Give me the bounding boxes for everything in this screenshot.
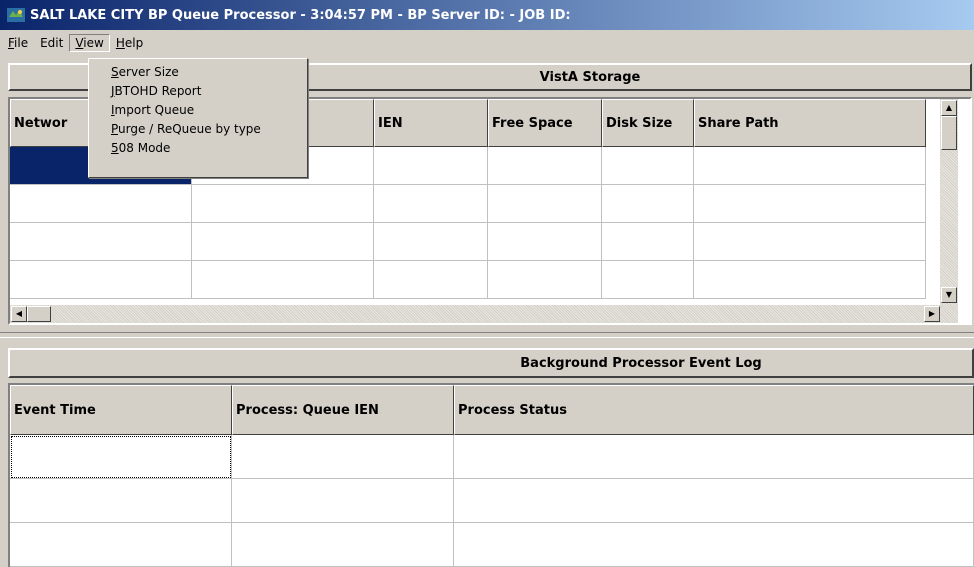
scroll-down-button[interactable]: ▼ bbox=[941, 287, 957, 303]
table-cell[interactable] bbox=[488, 147, 602, 185]
menu-item-purge-requeue[interactable]: Purge / ReQueue by type bbox=[89, 120, 307, 139]
table-row[interactable] bbox=[10, 523, 974, 567]
menu-item-import-queue[interactable]: Import Queue bbox=[89, 101, 307, 120]
table-cell[interactable] bbox=[232, 523, 454, 567]
menu-edit-label: Edit bbox=[40, 36, 64, 50]
table-cell[interactable] bbox=[10, 435, 232, 479]
menu-item-label: mport Queue bbox=[114, 103, 195, 117]
column-label: Networ bbox=[14, 115, 68, 131]
menu-item-mnemonic: S bbox=[111, 65, 119, 79]
menu-help-mnemonic: H bbox=[115, 36, 125, 50]
menu-item-label: erver Size bbox=[118, 65, 179, 79]
table-cell[interactable] bbox=[10, 223, 192, 261]
table-cell[interactable] bbox=[694, 185, 926, 223]
table-cell[interactable] bbox=[602, 261, 694, 299]
scroll-thumb[interactable] bbox=[941, 116, 957, 150]
table-cell[interactable] bbox=[602, 185, 694, 223]
menu-help-label: elp bbox=[124, 36, 144, 50]
table-cell[interactable] bbox=[488, 261, 602, 299]
column-label: Free Space bbox=[492, 115, 573, 131]
table-cell[interactable] bbox=[192, 223, 374, 261]
table-cell[interactable] bbox=[374, 223, 488, 261]
window-title: SALT LAKE CITY BP Queue Processor - 3:04… bbox=[30, 7, 571, 23]
menu-item-label: BTOHD Report bbox=[114, 84, 202, 98]
table-cell[interactable] bbox=[694, 147, 926, 185]
column-label: IEN bbox=[378, 115, 403, 131]
scroll-right-button[interactable]: ▶ bbox=[924, 306, 940, 322]
column-header-disk-size[interactable]: Disk Size bbox=[602, 99, 694, 147]
storage-panel-title: VistA Storage bbox=[539, 69, 641, 85]
table-row[interactable] bbox=[10, 435, 974, 479]
column-header-event-time[interactable]: Event Time bbox=[10, 385, 232, 435]
event-log-panel-title: Background Processor Event Log bbox=[520, 355, 762, 371]
panel-splitter[interactable] bbox=[0, 332, 974, 338]
column-label: Share Path bbox=[698, 115, 779, 131]
column-header-process-status[interactable]: Process Status bbox=[454, 385, 974, 435]
menu-item-jbtohd-report[interactable]: JBTOHD Report bbox=[89, 82, 307, 101]
table-cell[interactable] bbox=[694, 223, 926, 261]
table-cell[interactable] bbox=[10, 261, 192, 299]
menu-item-mnemonic: 5 bbox=[111, 141, 119, 155]
table-cell[interactable] bbox=[454, 523, 974, 567]
column-header-process-queue-ien[interactable]: Process: Queue IEN bbox=[232, 385, 454, 435]
table-cell[interactable] bbox=[374, 147, 488, 185]
scroll-left-button[interactable]: ◀ bbox=[11, 306, 27, 322]
table-cell[interactable] bbox=[694, 261, 926, 299]
menu-file[interactable]: File bbox=[2, 34, 34, 52]
view-menu-dropdown: Server Size JBTOHD Report Import Queue P… bbox=[88, 58, 308, 178]
column-label: Disk Size bbox=[606, 115, 673, 131]
table-cell[interactable] bbox=[488, 223, 602, 261]
menu-edit[interactable]: Edit bbox=[34, 34, 69, 52]
menu-help[interactable]: Help bbox=[110, 34, 149, 52]
table-row[interactable] bbox=[10, 185, 926, 223]
column-header-ien[interactable]: IEN bbox=[374, 99, 488, 147]
table-cell[interactable] bbox=[192, 185, 374, 223]
table-cell[interactable] bbox=[10, 523, 232, 567]
table-row[interactable] bbox=[10, 261, 926, 299]
column-header-free-space[interactable]: Free Space bbox=[488, 99, 602, 147]
storage-vertical-scrollbar[interactable]: ▲ ▼ bbox=[940, 99, 958, 307]
scroll-thumb[interactable] bbox=[27, 306, 51, 322]
column-header-share-path[interactable]: Share Path bbox=[694, 99, 926, 147]
column-label: Process Status bbox=[458, 402, 567, 418]
event-log-panel-header: Background Processor Event Log bbox=[8, 348, 974, 378]
title-bar[interactable]: SALT LAKE CITY BP Queue Processor - 3:04… bbox=[0, 0, 974, 30]
storage-horizontal-scrollbar[interactable]: ◀ ▶ bbox=[10, 305, 958, 323]
scroll-up-button[interactable]: ▲ bbox=[941, 100, 957, 116]
menu-view-label: iew bbox=[83, 36, 104, 50]
table-cell[interactable] bbox=[232, 435, 454, 479]
menu-file-label: ile bbox=[14, 36, 29, 50]
column-label: Event Time bbox=[14, 402, 96, 418]
table-row[interactable] bbox=[10, 223, 926, 261]
column-label: Process: Queue IEN bbox=[236, 402, 379, 418]
table-cell[interactable] bbox=[454, 435, 974, 479]
menu-item-label: urge / ReQueue by type bbox=[118, 122, 261, 136]
menu-item-508-mode[interactable]: 508 Mode bbox=[89, 139, 307, 158]
table-cell[interactable] bbox=[10, 479, 232, 523]
table-cell[interactable] bbox=[374, 185, 488, 223]
table-cell[interactable] bbox=[602, 147, 694, 185]
menu-item-server-size[interactable]: Server Size bbox=[89, 63, 307, 82]
menu-item-mnemonic: P bbox=[111, 122, 119, 136]
event-log-grid-header: Event Time Process: Queue IEN Process St… bbox=[10, 385, 974, 435]
table-cell[interactable] bbox=[232, 479, 454, 523]
table-cell[interactable] bbox=[488, 185, 602, 223]
table-cell[interactable] bbox=[192, 261, 374, 299]
table-cell[interactable] bbox=[10, 185, 192, 223]
menu-item-label: 08 Mode bbox=[118, 141, 171, 155]
table-cell[interactable] bbox=[454, 479, 974, 523]
menu-bar: File Edit View Help bbox=[0, 32, 974, 54]
app-icon bbox=[7, 8, 25, 22]
table-row[interactable] bbox=[10, 479, 974, 523]
menu-view[interactable]: View bbox=[69, 34, 110, 52]
table-cell[interactable] bbox=[602, 223, 694, 261]
event-log-grid[interactable]: Event Time Process: Queue IEN Process St… bbox=[8, 383, 974, 567]
table-cell[interactable] bbox=[374, 261, 488, 299]
